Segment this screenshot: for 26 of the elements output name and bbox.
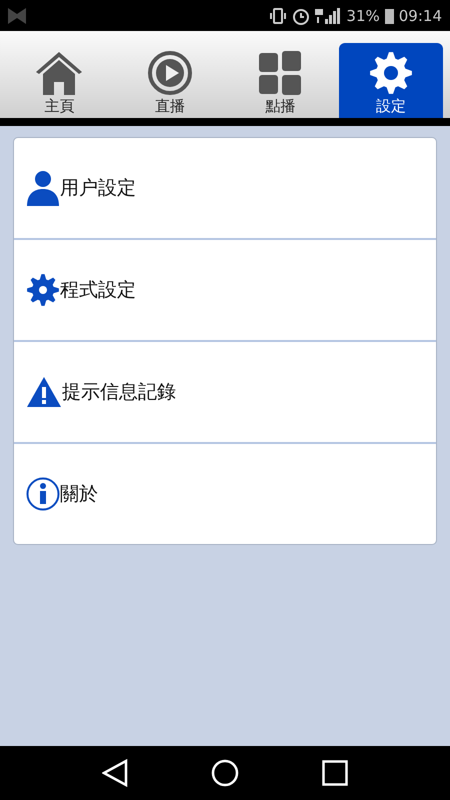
tab[interactable]: 直播 bbox=[118, 43, 222, 118]
vibrate-icon bbox=[269, 8, 288, 24]
warning-icon bbox=[26, 376, 62, 408]
menu-item[interactable]: 提示信息記錄 bbox=[62, 379, 176, 405]
battery-icon bbox=[384, 8, 394, 24]
grid-icon bbox=[257, 50, 304, 96]
settings-icon bbox=[368, 50, 414, 96]
tab[interactable]: 點播 bbox=[228, 43, 332, 118]
signal-icon bbox=[315, 8, 342, 24]
settings-icon bbox=[26, 273, 60, 307]
tab[interactable]: 主頁 bbox=[7, 43, 112, 118]
clock: 09:14 bbox=[398, 6, 442, 24]
battery-percent: 31% bbox=[346, 6, 380, 24]
play-icon bbox=[146, 50, 193, 96]
house-icon bbox=[34, 50, 84, 96]
alarm-icon bbox=[292, 6, 310, 24]
menu-item[interactable]: 用户設定 bbox=[60, 175, 136, 201]
menu-item[interactable]: 程式設定 bbox=[60, 277, 136, 303]
user-icon bbox=[26, 170, 60, 206]
app-logo-icon bbox=[8, 8, 26, 24]
home-icon[interactable] bbox=[210, 759, 239, 787]
back-icon[interactable] bbox=[102, 759, 128, 787]
tab[interactable]: 設定 bbox=[338, 43, 443, 118]
menu-item[interactable]: 關於 bbox=[60, 481, 98, 507]
info-icon bbox=[26, 477, 60, 511]
recents-icon[interactable] bbox=[322, 760, 348, 786]
